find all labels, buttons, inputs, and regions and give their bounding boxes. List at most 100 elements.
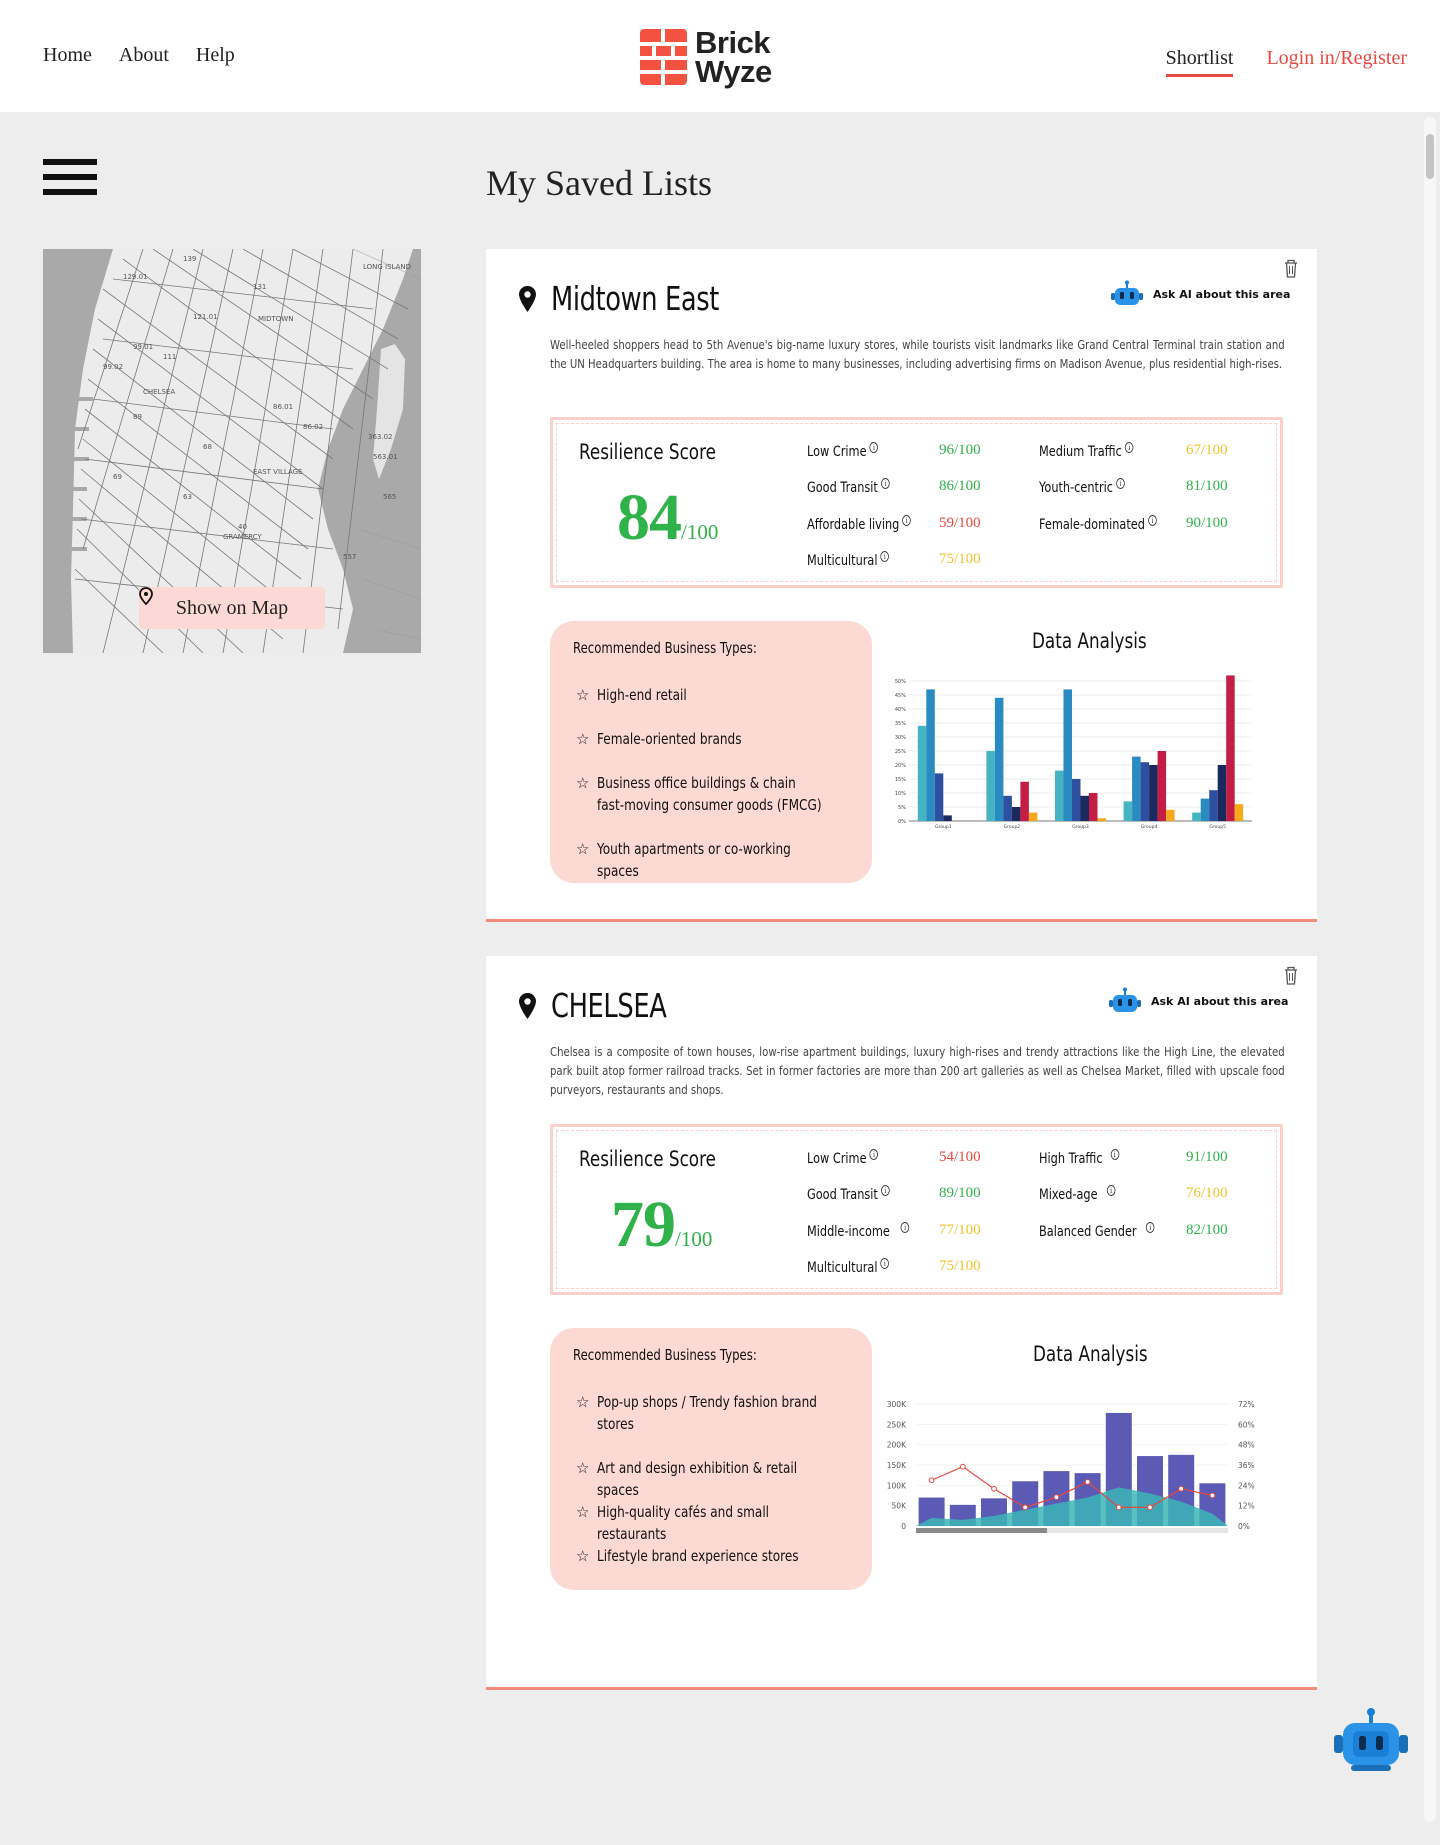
metric-value: 96/100: [939, 442, 981, 458]
metric-value: 90/100: [1186, 515, 1228, 531]
nav-home[interactable]: Home: [43, 44, 92, 67]
chart-bar: [1226, 675, 1235, 821]
svg-text:129.01: 129.01: [123, 273, 148, 281]
star-icon: ☆: [576, 1459, 590, 1477]
metric-name: Affordable living: [807, 517, 900, 533]
chart-point: [1209, 1492, 1216, 1499]
metric-label: Middle-income i: [807, 1222, 910, 1240]
nav-login-register[interactable]: Login in/Register: [1266, 47, 1407, 70]
ai-assistant-robot-icon[interactable]: [1329, 1707, 1409, 1777]
y-tick-label: 50%: [895, 679, 906, 685]
location-pin-icon: [519, 992, 536, 1019]
metric-name: Youth-centric: [1039, 480, 1113, 496]
list-item: ☆ High-quality cafés and small restaurant…: [576, 1501, 887, 1545]
area-title: CHELSEA: [518, 986, 699, 1025]
info-icon[interactable]: i: [1148, 515, 1157, 526]
chart-bar: [1149, 765, 1158, 821]
ask-ai-button[interactable]: Ask AI about this area: [1110, 280, 1290, 308]
list-item: ☆ Female-oriented brands: [576, 728, 887, 750]
list-item: ☆ Youth apartments or co-working spaces: [576, 838, 887, 882]
x-tick-label: Group3: [1072, 824, 1089, 830]
list-item: ☆ Business office buildings & chain fast-…: [576, 772, 887, 816]
y-tick-label: 20%: [895, 763, 906, 769]
x-tick-label: Group5: [1209, 824, 1226, 830]
zoom-slider-handle: [916, 1528, 1048, 1533]
page-scrollbar[interactable]: [1424, 117, 1436, 1822]
chart-bar: [1011, 807, 1021, 821]
info-icon[interactable]: i: [900, 1222, 910, 1233]
show-on-map-label: Show on Map: [175, 596, 289, 619]
ask-ai-button[interactable]: Ask AI about this area: [1108, 987, 1288, 1015]
nav-help[interactable]: Help: [196, 44, 235, 67]
chart-bar: [986, 751, 995, 821]
robot-icon: [1111, 280, 1143, 305]
star-icon: ☆: [576, 1547, 590, 1565]
svg-text:565: 565: [383, 493, 396, 501]
metric-label: Affordable living i: [807, 515, 912, 533]
info-icon[interactable]: i: [1124, 442, 1134, 453]
info-icon[interactable]: i: [869, 1149, 879, 1160]
svg-text:89: 89: [133, 413, 142, 421]
info-icon[interactable]: i: [902, 515, 912, 526]
nav-shortlist[interactable]: Shortlist: [1165, 47, 1234, 77]
chart-bar: [1132, 756, 1141, 821]
info-icon[interactable]: i: [869, 442, 879, 453]
trash-icon[interactable]: [1283, 258, 1299, 278]
metric-name: High Traffic: [1039, 1151, 1103, 1167]
y-tick-label: 250K: [887, 1420, 907, 1429]
chart-bar: [1157, 751, 1167, 821]
info-icon[interactable]: i: [1110, 1149, 1119, 1160]
info-icon[interactable]: i: [880, 1185, 890, 1196]
resilience-score-label: Resilience Score: [579, 440, 716, 464]
metric-label: Low Crime i: [807, 442, 879, 460]
metric-name: Low Crime: [807, 444, 867, 460]
scrollbar-thumb[interactable]: [1426, 134, 1434, 179]
metric-label: Youth-centric i: [1039, 478, 1125, 496]
recommended-title: Recommended Business Types:: [573, 1346, 757, 1364]
info-icon[interactable]: i: [1116, 478, 1125, 489]
info-icon[interactable]: i: [880, 1258, 890, 1269]
recommendation-text: High-quality cafés and small restaurants: [597, 1503, 770, 1543]
info-icon[interactable]: i: [1106, 1185, 1116, 1196]
list-item: ☆ Pop-up shops / Trendy fashion brand sto…: [576, 1391, 887, 1435]
robot-icon: [1109, 987, 1141, 1012]
y-tick-label: 40%: [895, 707, 906, 713]
account-nav: Shortlist Login in/Register: [1165, 47, 1407, 77]
chart-point: [928, 1477, 935, 1484]
resilience-score-label: Resilience Score: [579, 1147, 716, 1171]
area-description: Chelsea is a composite of town houses, l…: [550, 1044, 1285, 1097]
chart-bar: [1200, 798, 1210, 821]
y2-tick-label: 0%: [1238, 1522, 1250, 1531]
chart-bar: [1080, 795, 1089, 821]
y-tick-label: 100K: [887, 1481, 907, 1490]
chart-point: [959, 1463, 966, 1470]
metric-label: Medium Traffic i: [1039, 442, 1134, 460]
recommended-business-panel: Recommended Business Types: ☆ High-end re…: [550, 621, 872, 883]
nav-about[interactable]: About: [119, 44, 169, 67]
trash-icon[interactable]: [1283, 965, 1299, 985]
info-icon[interactable]: i: [880, 551, 890, 562]
metric-name: Mixed-age: [1039, 1187, 1098, 1203]
star-icon: ☆: [576, 774, 590, 792]
metric-name: Balanced Gender: [1039, 1224, 1137, 1240]
info-icon[interactable]: i: [880, 478, 890, 489]
saved-area-card: CHELSEA Ask AI about this area Chelsea i…: [486, 956, 1317, 1690]
metric-name: Female-dominated: [1039, 517, 1145, 533]
y-tick-label: 300K: [887, 1400, 907, 1409]
star-icon: ☆: [576, 1393, 590, 1411]
y2-tick-label: 24%: [1238, 1481, 1255, 1490]
info-icon[interactable]: i: [1145, 1222, 1155, 1233]
logo-line-1: Brick: [695, 25, 771, 60]
menu-icon[interactable]: [43, 159, 97, 202]
score-number: 84: [617, 481, 682, 554]
metric-name: Multicultural: [807, 1260, 878, 1276]
metric-label: Good Transit i: [807, 1185, 890, 1203]
area-map[interactable]: 139 129.01 131 121.01 99.01 111 99.02 86.01 89…: [43, 249, 421, 653]
show-on-map-button[interactable]: Show on Map: [139, 587, 325, 629]
svg-text:69: 69: [113, 473, 122, 481]
list-item: ☆ High-end retail: [576, 684, 887, 706]
metric-value: 76/100: [1186, 1185, 1228, 1201]
chart-bar: [1209, 790, 1218, 821]
brickwyze-logo[interactable]: Brick Wyze: [640, 25, 772, 87]
area-description: Well-heeled shoppers head to 5th Avenue'…: [550, 337, 1285, 371]
